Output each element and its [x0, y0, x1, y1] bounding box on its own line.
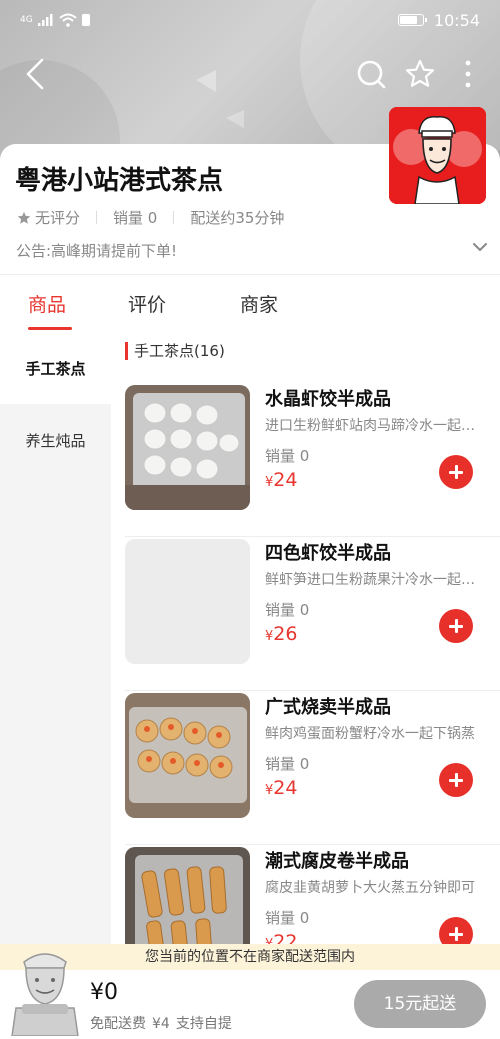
- navigation-bar: [0, 52, 500, 96]
- shop-sales: 销量 0: [113, 209, 158, 227]
- wifi-icon: [59, 13, 77, 27]
- item-image: [125, 693, 250, 818]
- list-item[interactable]: 广式烧卖半成品 鲜肉鸡蛋面粉蟹籽冷水一起下锅蒸 销量 0 ¥24: [125, 693, 500, 845]
- star-icon[interactable]: [404, 58, 436, 90]
- item-price: ¥22: [265, 931, 298, 944]
- status-bar: 4G 10:54: [0, 0, 500, 40]
- signal-icon: [37, 14, 53, 26]
- item-list: 手工茶点(16) 水晶虾饺半成品 进口生粉鲜虾站肉马蹄冷水一起下锅 销量 0 ¥…: [111, 332, 500, 944]
- battery-icon: [397, 14, 427, 26]
- item-image-placeholder: [125, 539, 250, 664]
- tab-merchant[interactable]: 商家: [240, 290, 278, 317]
- item-description: 进口生粉鲜虾站肉马蹄冷水一起下锅: [265, 418, 485, 434]
- shop-name: 粤港小站港式茶点: [15, 166, 224, 196]
- item-image: [125, 847, 250, 944]
- item-description: 鲜虾笋进口生粉蔬果汁冷水一起下锅: [265, 572, 485, 588]
- shop-notice[interactable]: 公告:高峰期请提前下单!: [16, 240, 177, 261]
- item-description: 鲜肉鸡蛋面粉蟹籽冷水一起下锅蒸: [265, 726, 475, 742]
- item-description: 腐皮韭黄胡萝卜大火蒸五分钟即可: [265, 880, 475, 896]
- item-price: ¥24: [265, 777, 298, 799]
- clock: 10:54: [433, 10, 480, 30]
- cart-mascot-icon[interactable]: [8, 948, 82, 1036]
- add-to-cart-button[interactable]: [439, 609, 473, 643]
- category-item-stew[interactable]: 养生炖品: [0, 404, 111, 476]
- search-icon[interactable]: [355, 58, 387, 90]
- shop-rating: 无评分: [35, 209, 81, 227]
- original-delivery-fee: ¥4: [152, 1016, 170, 1032]
- meta-divider: [96, 211, 98, 224]
- shop-logo: [389, 107, 486, 204]
- add-to-cart-button[interactable]: [439, 455, 473, 489]
- delivery-fee-info: 免配送费 ¥4 支持自提: [90, 1013, 232, 1033]
- add-to-cart-button[interactable]: [439, 917, 473, 944]
- item-name: 四色虾饺半成品: [265, 543, 391, 564]
- tab-bar: 商品 评价 商家: [0, 274, 500, 332]
- item-name: 潮式腐皮卷半成品: [265, 851, 409, 872]
- shop-meta: 无评分 销量 0 配送约35分钟: [17, 207, 284, 228]
- item-sales: 销量 0: [265, 601, 310, 619]
- item-sales: 销量 0: [265, 909, 310, 927]
- tab-reviews[interactable]: 评价: [128, 290, 166, 317]
- category-sidebar: 手工茶点 养生炖品: [0, 332, 111, 944]
- tab-products[interactable]: 商品: [28, 290, 66, 317]
- item-image: [125, 385, 250, 510]
- chevron-down-icon[interactable]: [470, 237, 490, 257]
- free-delivery-label: 免配送费: [90, 1016, 146, 1032]
- menu-content: 手工茶点 养生炖品 手工茶点(16) 水晶虾饺半成品 进口生粉鲜虾站肉马蹄冷水一…: [0, 332, 500, 944]
- alert-icon: [81, 14, 90, 26]
- item-price: ¥26: [265, 623, 298, 645]
- cart-total: ¥0: [90, 980, 118, 1005]
- signal-label: 4G: [20, 15, 33, 25]
- back-arrow-icon[interactable]: [20, 58, 52, 90]
- cart-bar: ¥0 免配送费 ¥4 支持自提 15元起送: [0, 953, 500, 1039]
- category-title: 手工茶点(16): [125, 342, 225, 360]
- list-item[interactable]: 潮式腐皮卷半成品 腐皮韭黄胡萝卜大火蒸五分钟即可 销量 0 ¥22: [125, 847, 500, 944]
- active-tab-indicator: [28, 327, 72, 330]
- list-item[interactable]: 四色虾饺半成品 鲜虾笋进口生粉蔬果汁冷水一起下锅 销量 0 ¥26: [125, 539, 500, 691]
- add-to-cart-button[interactable]: [439, 763, 473, 797]
- item-name: 水晶虾饺半成品: [265, 389, 391, 410]
- category-item-handmade-dimsum[interactable]: 手工茶点: [0, 332, 111, 404]
- item-sales: 销量 0: [265, 755, 310, 773]
- meta-divider: [173, 211, 175, 224]
- checkout-button[interactable]: 15元起送: [354, 980, 486, 1028]
- list-item[interactable]: 水晶虾饺半成品 进口生粉鲜虾站肉马蹄冷水一起下锅 销量 0 ¥24: [125, 385, 500, 537]
- item-name: 广式烧卖半成品: [265, 697, 391, 718]
- more-vertical-icon[interactable]: [452, 58, 484, 90]
- pickup-label: 支持自提: [175, 1016, 232, 1032]
- rating-star-icon: [17, 211, 31, 224]
- item-price: ¥24: [265, 469, 298, 491]
- shop-delivery-time: 配送约35分钟: [190, 209, 285, 227]
- item-sales: 销量 0: [265, 447, 310, 465]
